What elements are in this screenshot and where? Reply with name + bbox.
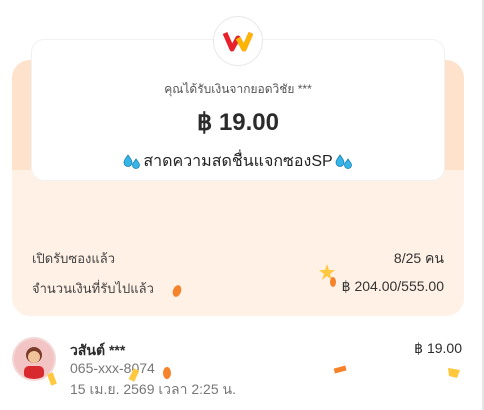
opened-value: 8/25 คน bbox=[393, 250, 444, 266]
confetti-piece-icon bbox=[448, 368, 460, 378]
confetti-piece-icon bbox=[163, 367, 171, 379]
received-amount: ฿ 19.00 bbox=[197, 109, 279, 136]
confetti-piece-icon bbox=[47, 372, 57, 386]
confetti-piece-icon bbox=[330, 277, 336, 287]
recipient-time: 15 เม.ย. 2569 เวลา 2:25 น. bbox=[70, 381, 236, 397]
received-label: จำนวนเงินที่รับไปแล้ว bbox=[32, 281, 154, 296]
recipient-phone: 065-xxx-8074 bbox=[70, 360, 155, 376]
confetti-piece-icon bbox=[128, 368, 140, 382]
opened-label: เปิดรับซองแล้ว bbox=[32, 251, 115, 266]
recipient-amount: ฿ 19.00 bbox=[414, 340, 462, 356]
received-value: ฿ 204.00/555.00 bbox=[341, 278, 444, 294]
sender-text: คุณได้รับเงินจากยอดวิชัย *** bbox=[164, 82, 312, 96]
envelope-message: สาดความสดชื่นแจกซองSP bbox=[32, 149, 444, 174]
wallet-logo-icon bbox=[213, 16, 263, 66]
received-total-row: จำนวนเงินที่รับไปแล้ว ฿ 204.00/555.00 bbox=[32, 278, 444, 299]
water-drops-icon bbox=[123, 153, 141, 169]
confetti-piece-icon bbox=[172, 285, 182, 297]
opened-count-row: เปิดรับซองแล้ว 8/25 คน bbox=[32, 248, 444, 270]
water-drops-icon bbox=[335, 153, 352, 169]
message-text: สาดความสดชื่นแจกซองSP bbox=[143, 153, 333, 170]
recipient-name: วสันต์ *** bbox=[70, 342, 126, 358]
confetti-piece-icon bbox=[333, 365, 347, 374]
